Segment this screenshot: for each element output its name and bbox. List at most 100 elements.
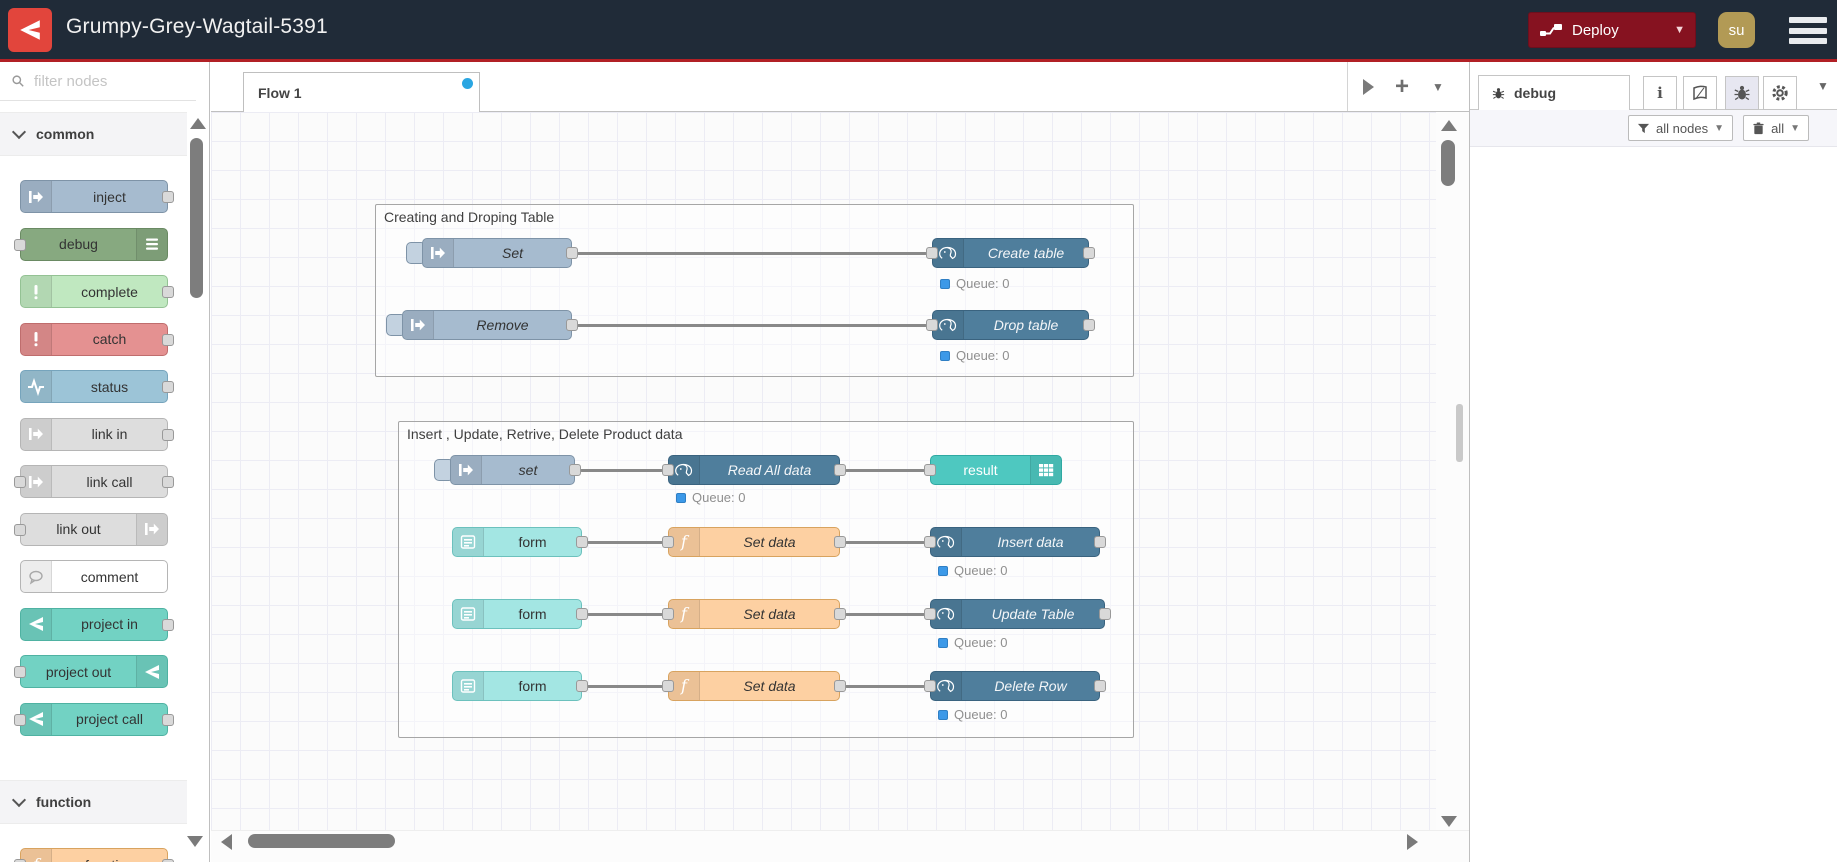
flow-node-remove[interactable]: Remove — [386, 310, 578, 340]
input-port[interactable] — [924, 608, 936, 620]
input-port[interactable] — [662, 536, 674, 548]
palette-scrollbar-thumb[interactable] — [190, 138, 203, 298]
input-port[interactable] — [14, 476, 26, 488]
tab-debug[interactable]: debug — [1478, 75, 1630, 110]
output-port[interactable] — [1094, 680, 1106, 692]
output-port[interactable] — [576, 608, 588, 620]
output-port[interactable] — [162, 713, 174, 726]
add-flow-button[interactable]: + — [1387, 62, 1417, 111]
flow-node-form[interactable]: form — [452, 527, 588, 557]
wire[interactable] — [587, 685, 663, 688]
sidebar-info-button[interactable]: i — [1643, 76, 1677, 110]
sidebar-config-button[interactable] — [1763, 76, 1797, 110]
category-header-common[interactable]: common — [0, 112, 187, 156]
palette-node-link-call[interactable]: link call — [14, 465, 174, 498]
flow-node-create-table[interactable]: Create table — [926, 238, 1095, 268]
tab-scroll-right-button[interactable] — [1353, 62, 1383, 111]
wire[interactable] — [577, 324, 927, 327]
input-port[interactable] — [14, 666, 26, 678]
input-port[interactable] — [924, 536, 936, 548]
input-port[interactable] — [924, 464, 936, 476]
input-port[interactable] — [926, 247, 938, 259]
output-port[interactable] — [162, 333, 174, 346]
input-port[interactable] — [926, 319, 938, 331]
canvas-scroll-down[interactable] — [1441, 816, 1457, 827]
output-port[interactable] — [162, 191, 174, 203]
palette-node-project-out[interactable]: project out — [14, 655, 168, 688]
input-port[interactable] — [14, 523, 26, 536]
flow-node-form[interactable]: form — [452, 671, 588, 701]
output-port[interactable] — [834, 608, 846, 620]
wire[interactable] — [587, 613, 663, 616]
wire[interactable] — [845, 541, 925, 544]
flow-node-result[interactable]: result — [924, 455, 1062, 485]
flow-node-set[interactable]: Set — [406, 238, 578, 268]
output-port[interactable] — [834, 536, 846, 548]
output-port[interactable] — [566, 319, 578, 331]
output-port[interactable] — [1094, 536, 1106, 548]
palette-node-comment[interactable]: comment — [20, 560, 168, 593]
flow-node-insert-data[interactable]: Insert data — [924, 527, 1106, 557]
palette-scroll-down[interactable] — [187, 836, 203, 847]
input-port[interactable] — [662, 608, 674, 620]
output-port[interactable] — [162, 286, 174, 298]
user-avatar[interactable]: su — [1718, 12, 1755, 48]
output-port[interactable] — [834, 680, 846, 692]
input-port[interactable] — [662, 464, 674, 476]
debug-filter-button[interactable]: all nodes ▼ — [1628, 115, 1733, 141]
main-menu-button[interactable] — [1789, 17, 1827, 44]
palette-node-function[interactable]: f function — [14, 848, 174, 862]
deploy-button[interactable]: Deploy ▼ — [1528, 12, 1696, 48]
output-port[interactable] — [1099, 608, 1111, 620]
sidebar-debug-button[interactable] — [1725, 76, 1759, 110]
palette-node-link-out[interactable]: link out — [14, 512, 168, 546]
output-port[interactable] — [576, 536, 588, 548]
flow-node-update-table[interactable]: Update Table — [924, 599, 1111, 629]
flow-canvas[interactable]: Creating and Droping Table Insert , Updat… — [211, 112, 1469, 862]
wire[interactable] — [587, 541, 663, 544]
output-port[interactable] — [834, 464, 846, 476]
wire[interactable] — [577, 252, 927, 255]
palette-scroll-up[interactable] — [190, 118, 206, 129]
output-port[interactable] — [1083, 319, 1095, 331]
palette-node-project-call[interactable]: project call — [14, 702, 174, 736]
flow-group-creating-and-droping-table[interactable]: Creating and Droping Table — [375, 204, 1134, 377]
flow-list-button[interactable]: ▼ — [1423, 62, 1453, 111]
input-port[interactable] — [14, 713, 26, 726]
canvas-hscrollbar-thumb[interactable] — [248, 834, 395, 848]
deploy-dropdown-caret[interactable]: ▼ — [1664, 24, 1685, 36]
flow-node-set-data[interactable]: f Set data — [662, 599, 846, 629]
output-port[interactable] — [566, 247, 578, 259]
flow-node-set-data[interactable]: f Set data — [662, 527, 846, 557]
sidebar-tabs-menu[interactable]: ▼ — [1808, 62, 1837, 110]
wire[interactable] — [845, 469, 925, 472]
palette-filter-input[interactable] — [32, 71, 176, 91]
palette-node-catch[interactable]: catch — [20, 322, 174, 356]
flow-node-read-all-data[interactable]: Read All data — [662, 455, 846, 485]
flow-node-set-data[interactable]: f Set data — [662, 671, 846, 701]
palette-node-link-in[interactable]: link in — [20, 417, 174, 451]
palette-node-status[interactable]: status — [20, 370, 174, 403]
output-port[interactable] — [162, 618, 174, 631]
output-port[interactable] — [162, 428, 174, 441]
input-port[interactable] — [14, 238, 26, 251]
flow-node-set[interactable]: set — [434, 455, 581, 485]
output-port[interactable] — [162, 381, 174, 393]
input-port[interactable] — [662, 680, 674, 692]
output-port[interactable] — [569, 464, 581, 476]
palette-node-inject[interactable]: inject — [20, 180, 174, 213]
category-header-function[interactable]: function — [0, 780, 187, 824]
output-port[interactable] — [576, 680, 588, 692]
palette-node-complete[interactable]: complete — [20, 275, 174, 308]
wire[interactable] — [845, 613, 925, 616]
flow-node-delete-row[interactable]: Delete Row — [924, 671, 1106, 701]
canvas-scroll-right[interactable] — [1407, 834, 1418, 850]
flow-node-drop-table[interactable]: Drop table — [926, 310, 1095, 340]
wire[interactable] — [580, 469, 663, 472]
flow-node-form[interactable]: form — [452, 599, 588, 629]
palette-node-project-in[interactable]: project in — [20, 607, 174, 641]
canvas-scroll-up[interactable] — [1441, 120, 1457, 131]
sidebar-help-button[interactable] — [1683, 76, 1717, 110]
input-port[interactable] — [924, 680, 936, 692]
debug-clear-button[interactable]: all ▼ — [1743, 115, 1809, 141]
